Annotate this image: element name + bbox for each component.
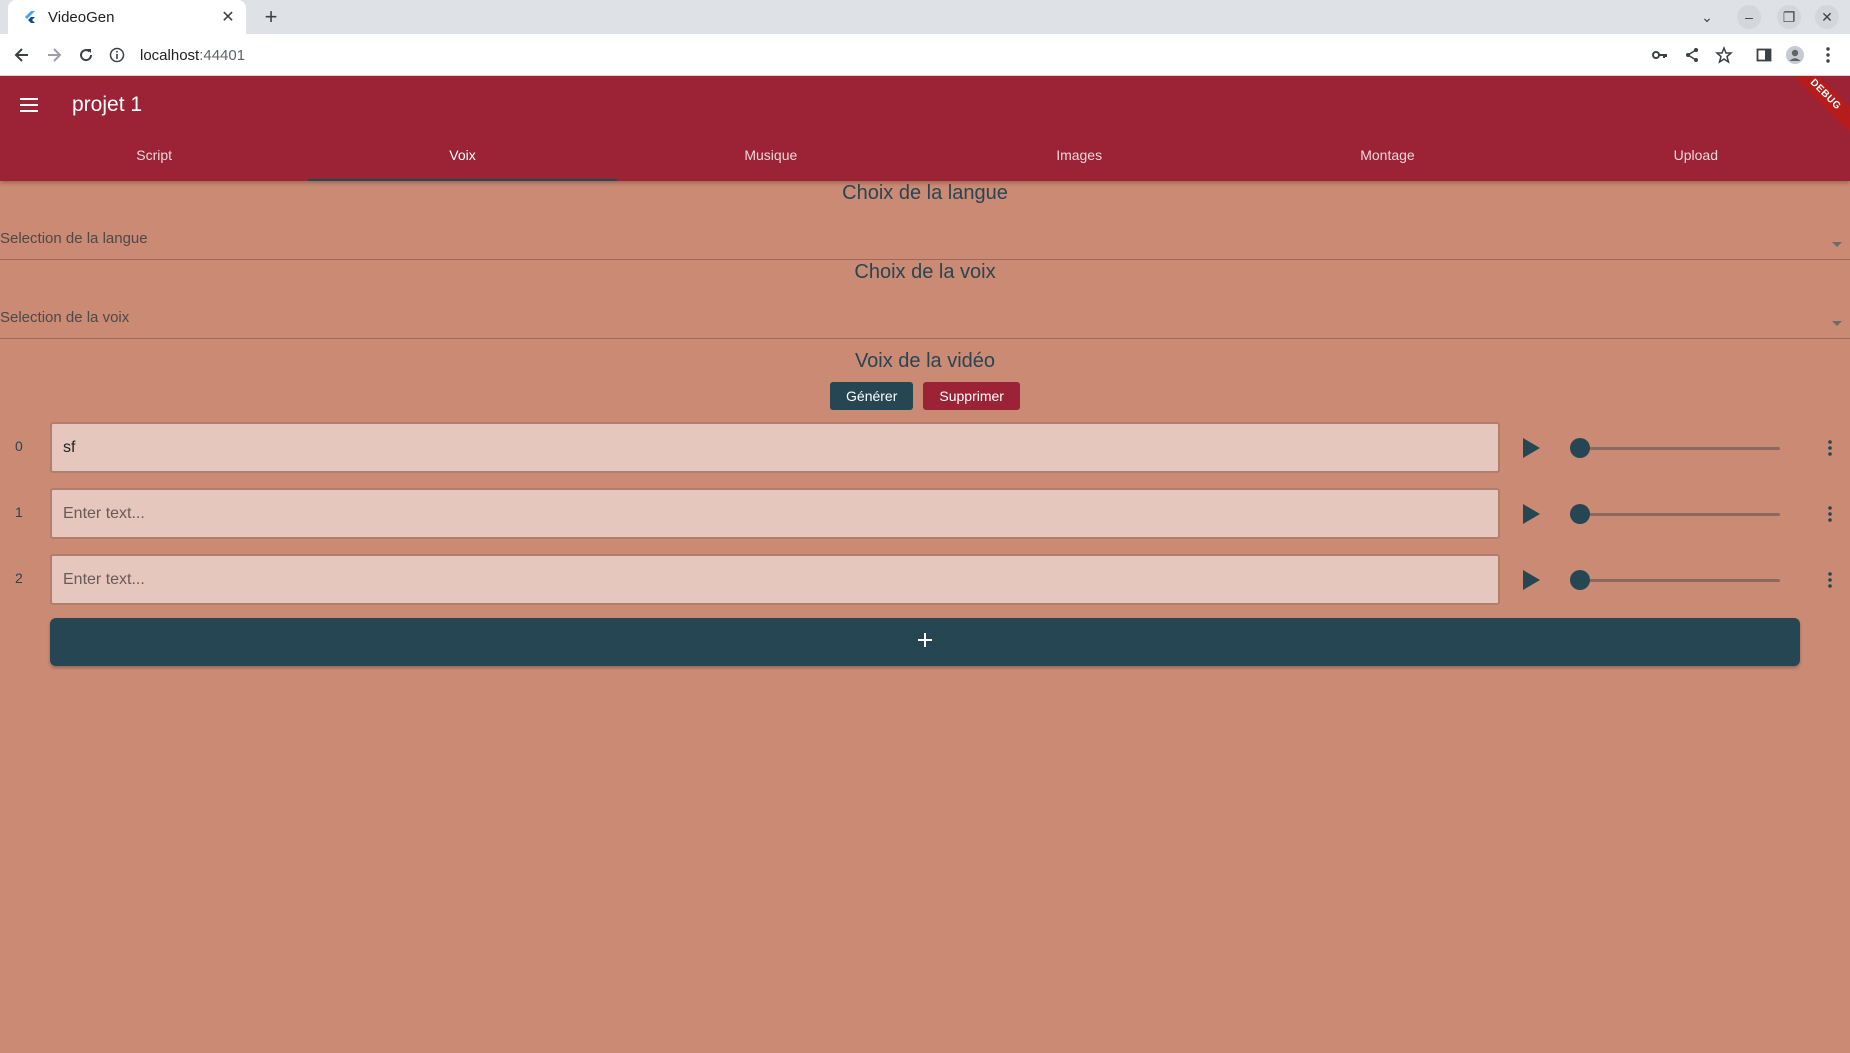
tab-upload[interactable]: Upload	[1542, 128, 1850, 181]
tab-script[interactable]: Script	[0, 128, 308, 181]
more-options-icon[interactable]	[1818, 568, 1842, 592]
row-index: 0	[15, 438, 23, 454]
slider-thumb[interactable]	[1570, 570, 1590, 590]
tab-montage[interactable]: Montage	[1233, 128, 1541, 181]
video-voice-section-title: Voix de la vidéo	[854, 350, 996, 372]
video-voice-actions: Générer Supprimer	[0, 382, 1850, 410]
more-options-icon[interactable]	[1818, 436, 1842, 460]
play-icon[interactable]	[1518, 435, 1544, 461]
voice-dropdown[interactable]: Selection de la voix	[0, 299, 1850, 339]
url-port: :44401	[199, 46, 246, 64]
voice-row: 1 Enter text...	[0, 488, 1850, 540]
page-title: projet 1	[72, 93, 143, 116]
minimize-icon[interactable]: –	[1737, 5, 1761, 29]
language-dropdown-placeholder: Selection de la langue	[0, 230, 148, 247]
url-text: localhost:44401	[140, 47, 245, 64]
voice-text-input[interactable]: Enter text...	[50, 554, 1500, 605]
delete-button[interactable]: Supprimer	[923, 382, 1020, 410]
url-host: localhost	[140, 46, 200, 64]
voice-text-input[interactable]: sf	[50, 422, 1500, 473]
slider-thumb[interactable]	[1570, 438, 1590, 458]
browser-tab[interactable]: VideoGen ✕	[8, 0, 246, 34]
forward-icon[interactable]	[40, 41, 68, 69]
key-icon[interactable]	[1646, 41, 1674, 69]
close-tab-icon[interactable]: ✕	[218, 7, 238, 27]
play-icon[interactable]	[1518, 501, 1544, 527]
tab-voix[interactable]: Voix	[308, 128, 617, 181]
browser-menu-icon[interactable]	[1814, 41, 1842, 69]
share-icon[interactable]	[1678, 41, 1706, 69]
row-index: 1	[15, 504, 23, 520]
language-dropdown[interactable]: Selection de la langue	[0, 220, 1850, 260]
tab-images[interactable]: Images	[925, 128, 1233, 181]
dropdown-arrow-icon	[1832, 321, 1842, 326]
generate-button[interactable]: Générer	[830, 382, 914, 410]
flutter-icon	[22, 9, 38, 25]
tab-bar: Script Voix Musique Images Montage Uploa…	[0, 128, 1850, 181]
back-icon[interactable]	[8, 41, 36, 69]
slider-track	[1580, 447, 1780, 450]
voice-dropdown-placeholder: Selection de la voix	[0, 309, 130, 326]
new-tab-icon[interactable]: +	[258, 4, 284, 30]
audio-progress-slider[interactable]	[1570, 438, 1780, 458]
reload-icon[interactable]	[72, 41, 100, 69]
add-row-button[interactable]	[50, 618, 1800, 666]
language-section-title: Choix de la langue	[842, 182, 1008, 204]
slider-track	[1580, 579, 1780, 582]
voice-text-input[interactable]: Enter text...	[50, 488, 1500, 539]
hamburger-menu-icon[interactable]	[14, 90, 44, 120]
side-panel-icon[interactable]	[1750, 41, 1778, 69]
address-bar[interactable]: localhost:44401	[108, 39, 1668, 71]
voice-row: 0 sf	[0, 422, 1850, 474]
slider-thumb[interactable]	[1570, 504, 1590, 524]
profile-avatar-icon[interactable]	[1781, 41, 1809, 69]
tab-musique[interactable]: Musique	[617, 128, 925, 181]
audio-progress-slider[interactable]	[1570, 570, 1780, 590]
plus-icon	[917, 632, 933, 653]
play-icon[interactable]	[1518, 567, 1544, 593]
voice-row: 2 Enter text...	[0, 554, 1850, 606]
slider-track	[1580, 513, 1780, 516]
dropdown-arrow-icon	[1832, 242, 1842, 247]
browser-tab-title: VideoGen	[48, 8, 115, 26]
row-index: 2	[15, 570, 23, 586]
browser-toolbar: localhost:44401	[0, 34, 1850, 76]
more-options-icon[interactable]	[1818, 502, 1842, 526]
app-bar: projet 1 DEBUG Script Voix Musique Image…	[0, 76, 1850, 181]
audio-progress-slider[interactable]	[1570, 504, 1780, 524]
site-info-icon[interactable]	[108, 46, 126, 64]
close-window-icon[interactable]: ✕	[1815, 5, 1839, 29]
tab-search-icon[interactable]: ⌄	[1695, 5, 1719, 29]
bookmark-star-icon[interactable]	[1710, 41, 1738, 69]
voice-section-title: Choix de la voix	[854, 261, 996, 283]
browser-tabstrip: VideoGen ✕ + ⌄ – ❐ ✕	[0, 0, 1850, 34]
restore-icon[interactable]: ❐	[1777, 5, 1801, 29]
